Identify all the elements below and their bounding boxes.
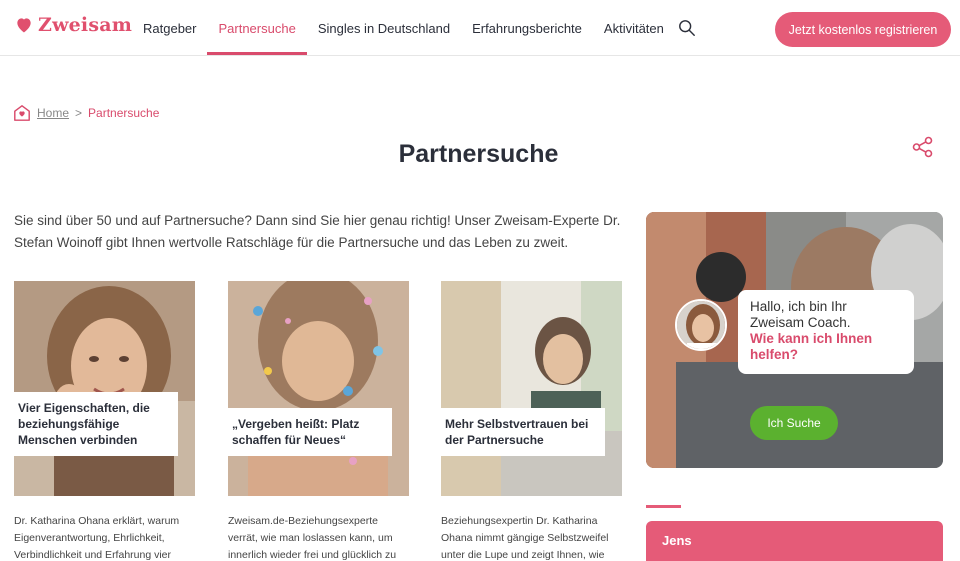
breadcrumb-current: Partnersuche <box>88 106 160 120</box>
article-image[interactable]: „Vergeben heißt: Platz schaffen für Neue… <box>228 281 409 496</box>
register-button[interactable]: Jetzt kostenlos registrieren <box>775 12 951 47</box>
article-description: Beziehungsexpertin Dr. Katharina Ohana n… <box>441 515 609 561</box>
article-title[interactable]: „Vergeben heißt: Platz schaffen für Neue… <box>228 408 392 456</box>
ich-suche-button[interactable]: Ich Suche <box>750 406 838 440</box>
sidebar-item-jens[interactable]: Jens <box>646 521 943 561</box>
heart-logo-icon <box>17 18 31 33</box>
logo-text: Zweisam <box>38 14 133 36</box>
article-image[interactable]: Mehr Selbstvertrauen bei der Partnersuch… <box>441 281 622 496</box>
coach-speech-bubble: Hallo, ich bin Ihr Zweisam Coach. Wie ka… <box>738 290 914 374</box>
article-image[interactable]: Vier Eigenschaften, die beziehungsfähige… <box>14 281 195 496</box>
article-card[interactable]: Vier Eigenschaften, die beziehungsfähige… <box>14 281 195 561</box>
article-description: Zweisam.de-Beziehungsexperte verrät, wie… <box>228 515 397 561</box>
breadcrumb-separator: > <box>75 106 83 120</box>
share-icon[interactable] <box>912 136 934 158</box>
section-divider <box>646 505 681 508</box>
breadcrumb-home-link[interactable]: Home <box>37 106 69 120</box>
intro-text: Sie sind über 50 und auf Partnersuche? D… <box>14 213 621 250</box>
breadcrumb: Home > Partnersuche <box>13 104 159 122</box>
logo[interactable]: Zweisam <box>14 14 132 36</box>
nav-item-erfahrungsberichte[interactable]: Erfahrungsberichte <box>461 0 593 56</box>
nav-item-singles[interactable]: Singles in Deutschland <box>307 0 461 56</box>
confetti-image <box>228 281 409 496</box>
page-title: Partnersuche <box>398 140 559 168</box>
woman-outdoor-image <box>441 281 622 496</box>
article-title[interactable]: Mehr Selbstvertrauen bei der Partnersuch… <box>441 408 605 456</box>
nav-item-aktivitaeten[interactable]: Aktivitäten <box>593 0 675 56</box>
article-description: Dr. Katharina Ohana erklärt, warum Eigen… <box>14 515 180 561</box>
search-icon[interactable] <box>678 19 696 37</box>
nav-item-partnersuche[interactable]: Partnersuche <box>207 0 308 56</box>
home-icon <box>14 105 30 121</box>
nav-item-ratgeber[interactable]: Ratgeber <box>132 0 207 56</box>
coach-question: Wie kann ich Ihnen helfen? <box>750 331 873 362</box>
article-card[interactable]: „Vergeben heißt: Platz schaffen für Neue… <box>228 281 409 561</box>
woman-portrait-image <box>14 281 195 496</box>
article-title[interactable]: Vier Eigenschaften, die beziehungsfähige… <box>14 392 178 456</box>
coach-widget: Hallo, ich bin Ihr Zweisam Coach. Wie ka… <box>646 212 943 468</box>
coach-greeting: Hallo, ich bin Ihr Zweisam Coach. <box>750 299 851 330</box>
coach-avatar <box>675 299 727 351</box>
site-header: Zweisam Ratgeber Partnersuche Singles in… <box>0 0 960 56</box>
article-card[interactable]: Mehr Selbstvertrauen bei der Partnersuch… <box>441 281 622 561</box>
main-nav: Ratgeber Partnersuche Singles in Deutsch… <box>132 0 675 56</box>
